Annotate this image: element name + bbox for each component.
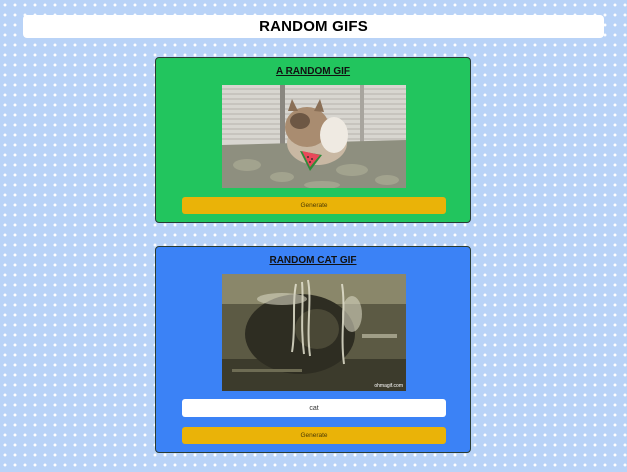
generate-random-gif-button[interactable]: Generate <box>182 197 446 214</box>
search-input[interactable] <box>182 399 446 417</box>
cat-eating-watermelon-gif <box>222 85 406 188</box>
page-header: RANDOM GIFS <box>23 15 604 38</box>
random-cat-gif-title: RANDOM CAT GIF <box>269 255 357 266</box>
gif-watermark: ohmagif.com <box>374 383 403 389</box>
random-cat-gif-image: ohmagif.com <box>222 274 406 391</box>
generate-cat-gif-button[interactable]: Generate <box>182 427 446 444</box>
random-gif-title: A RANDOM GIF <box>275 66 351 77</box>
random-cat-gif-card: RANDOM CAT GIF ohmagif.com Gen <box>155 246 471 453</box>
random-gif-card: A RANDOM GIF Generate <box>155 57 471 223</box>
cat-under-water-gif <box>222 274 406 391</box>
page-title: RANDOM GIFS <box>259 18 368 35</box>
random-gif-image <box>222 85 406 188</box>
